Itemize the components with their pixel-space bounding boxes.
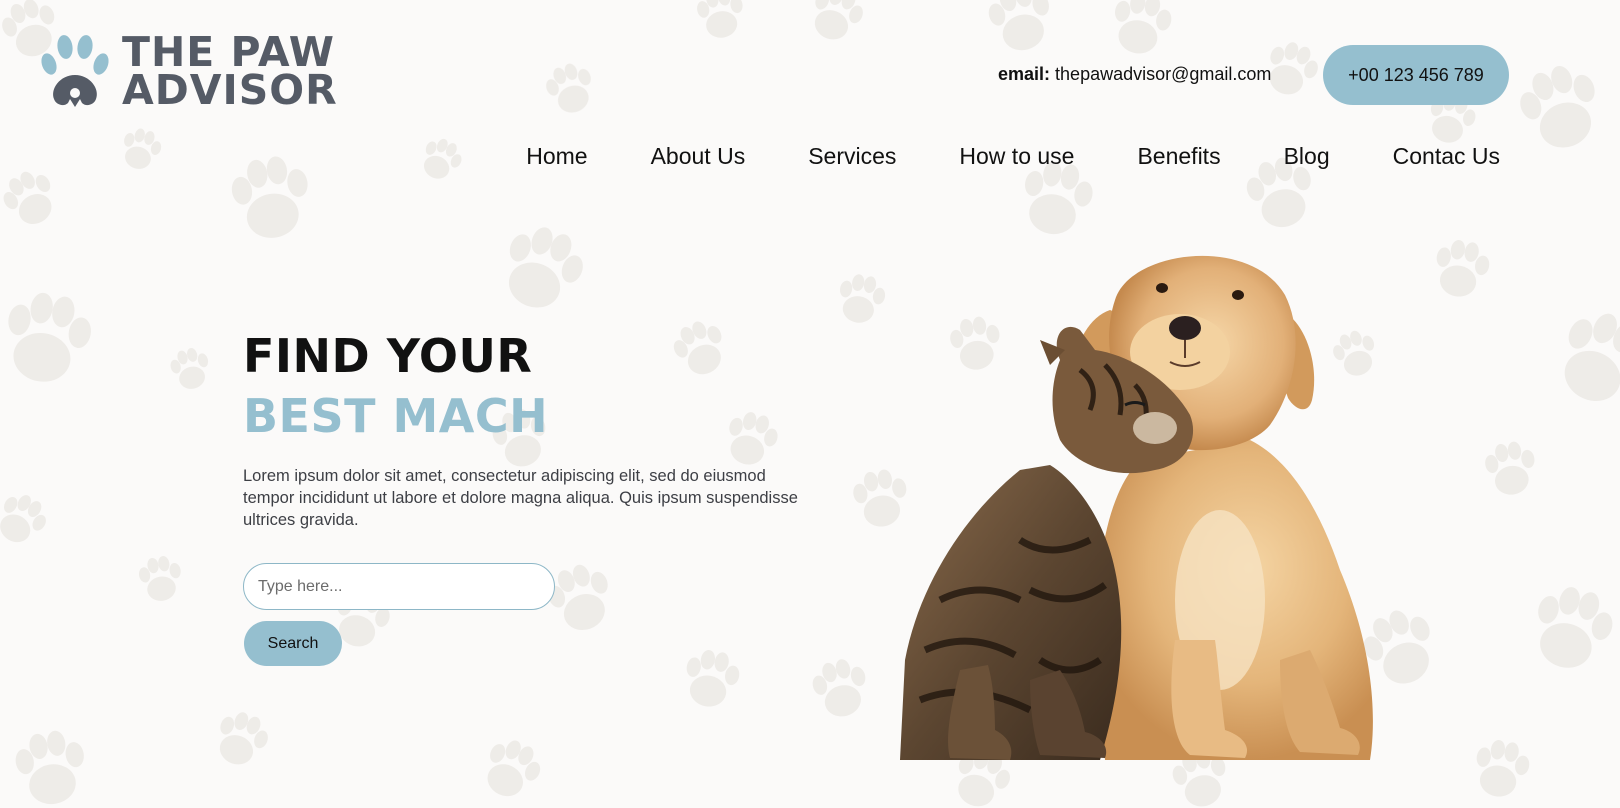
nav-item-about-us[interactable]: About Us [651,143,746,170]
search-button[interactable]: Search [244,621,342,666]
nav-item-benefits[interactable]: Benefits [1137,143,1220,170]
phone-button[interactable]: +00 123 456 789 [1323,45,1509,105]
paw-icon [41,35,109,107]
search-input[interactable] [243,563,555,610]
email-value[interactable]: thepawadvisor@gmail.com [1055,64,1271,84]
nav-item-home[interactable]: Home [526,143,587,170]
hero-title-line2: BEST MACH [243,389,549,443]
email-label: email: [998,64,1051,84]
nav-item-services[interactable]: Services [808,143,896,170]
brand-logo[interactable]: THE PAW ADVISOR [38,32,338,114]
brand-name-line2: ADVISOR [122,66,338,114]
brand-name: THE PAW ADVISOR [122,32,338,114]
main-nav: Home About Us Services How to use Benefi… [526,143,1500,170]
contact-email: email: thepawadvisor@gmail.com [998,64,1271,85]
hero-description: Lorem ipsum dolor sit amet, consectetur … [243,467,798,529]
nav-item-blog[interactable]: Blog [1284,143,1330,170]
kitten-and-puppy-image [900,255,1373,760]
nav-item-how-to-use[interactable]: How to use [959,143,1074,170]
hero-title-line1: FIND YOUR [243,329,533,383]
hero-title: FIND YOUR BEST MACH [243,326,548,446]
nav-item-contact-us[interactable]: Contac Us [1393,143,1500,170]
